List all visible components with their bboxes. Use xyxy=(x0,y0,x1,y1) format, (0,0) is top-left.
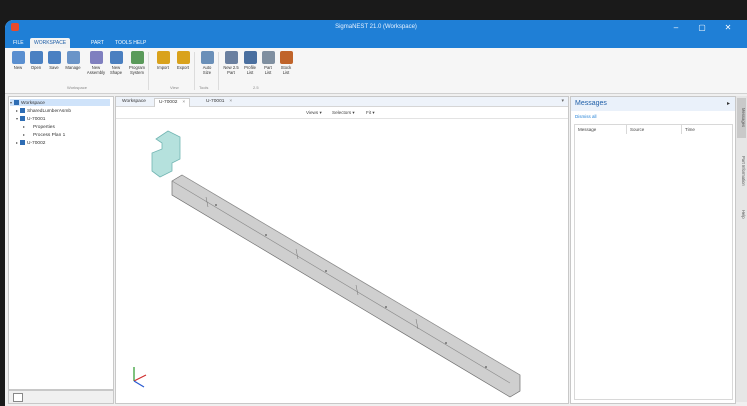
close-button[interactable]: ✕ xyxy=(717,22,739,34)
part-icon xyxy=(20,140,25,146)
new-assembly-button[interactable]: New Assembly xyxy=(85,51,107,75)
side-tab-help[interactable]: Help xyxy=(737,204,746,224)
side-tab-messages[interactable]: Messages xyxy=(737,98,746,138)
stock-list-button[interactable]: Stock List xyxy=(275,51,297,75)
workspace-icon xyxy=(14,100,19,106)
messages-header: Messages ▸ xyxy=(571,97,735,111)
part-hole xyxy=(445,342,447,344)
tab-workspace[interactable]: Workspace xyxy=(118,98,150,106)
side-tab-strip: Messages Part Information Help xyxy=(736,96,747,402)
part-list-icon xyxy=(261,51,275,64)
program-system-icon xyxy=(130,51,144,64)
part-body xyxy=(171,174,521,398)
messages-panel: Messages ▸ Dismiss all Message Source Ti… xyxy=(570,96,736,404)
save-workspace-icon xyxy=(47,51,61,64)
group-2-5-label: 2.5 xyxy=(253,85,259,90)
3d-viewport[interactable] xyxy=(116,119,568,403)
dismiss-all-link[interactable]: Dismiss all xyxy=(575,114,597,119)
new-workspace-icon xyxy=(11,51,25,64)
group-view-label: View xyxy=(170,85,179,90)
part-hole xyxy=(215,204,217,206)
tree-item-properties[interactable]: ▸ Properties xyxy=(23,123,55,130)
new-shape-icon xyxy=(109,51,123,64)
new-part-icon xyxy=(224,51,238,64)
export-button[interactable]: Export xyxy=(172,51,194,70)
part-edge xyxy=(171,180,511,384)
part-hole xyxy=(485,366,487,368)
messages-table: Message Source Time xyxy=(574,124,733,400)
tab-u70002[interactable]: U-70002 × xyxy=(154,98,191,107)
part-model[interactable] xyxy=(116,119,568,403)
minimize-button[interactable]: – xyxy=(665,22,687,34)
part-hole xyxy=(325,270,327,272)
import-button[interactable]: Import xyxy=(152,51,174,70)
fit-dropdown[interactable]: Fit ▾ xyxy=(366,110,375,116)
stock-list-icon xyxy=(279,51,293,64)
ribbon-separator xyxy=(194,52,195,90)
menu-workspace[interactable]: WORKSPACE xyxy=(30,38,71,48)
view-toolbar: Views ▾ Selectors ▾ Fit ▾ xyxy=(116,107,568,119)
app-window: SigmaNEST 21.0 (Workspace) – ▢ ✕ FILE WO… xyxy=(5,20,747,406)
tree-item-shared-assembly[interactable]: ▸ SharedLumberAsmb xyxy=(16,107,71,114)
close-tab-icon[interactable]: × xyxy=(182,100,185,105)
ribbon: New Open Save Manage New Assembly New Sh… xyxy=(5,48,747,94)
menu-file[interactable]: FILE xyxy=(9,38,28,48)
part-hole xyxy=(265,234,267,236)
ribbon-separator xyxy=(148,52,149,90)
document-options-icon[interactable]: ▾ xyxy=(561,98,564,104)
views-dropdown[interactable]: Views ▾ xyxy=(306,110,322,116)
column-source[interactable]: Source xyxy=(627,125,682,134)
new-shape-button[interactable]: New Shape xyxy=(105,51,127,75)
new-assembly-icon xyxy=(89,51,103,64)
part-hole xyxy=(385,306,387,308)
tree-item-u70002[interactable]: ▸ U-70002 xyxy=(16,139,45,146)
axis-triad-icon xyxy=(133,367,147,388)
group-workspace-label: Workspace xyxy=(67,85,87,90)
tree-item-process-plan[interactable]: ▸ Process Plan 1 xyxy=(23,131,65,138)
tab-u70001[interactable]: U-70001 × xyxy=(202,98,236,106)
tree-item-u70001[interactable]: ▾ U-70001 xyxy=(16,115,45,122)
restore-button[interactable]: ▢ xyxy=(691,22,713,34)
tree-toggle-button[interactable] xyxy=(13,393,23,402)
menu-bar: FILE WORKSPACE PART TOOLS HELP xyxy=(5,37,747,48)
tree-item-workspace[interactable]: ▾ Workspace xyxy=(10,99,110,106)
selection-dropdown[interactable]: Selectors ▾ xyxy=(332,110,355,116)
title-bar: SigmaNEST 21.0 (Workspace) – ▢ ✕ xyxy=(5,20,747,37)
menu-part[interactable]: PART xyxy=(87,38,108,48)
menu-tools-help[interactable]: TOOLS HELP xyxy=(111,38,150,48)
close-tab-icon[interactable]: × xyxy=(229,99,232,104)
messages-title: Messages xyxy=(575,100,607,107)
open-workspace-icon xyxy=(29,51,43,64)
profile-list-icon xyxy=(243,51,257,64)
part-highlight xyxy=(151,130,181,178)
export-icon xyxy=(176,51,190,64)
part-icon xyxy=(20,116,25,122)
ribbon-separator xyxy=(218,52,219,90)
workspace-tree: ▾ Workspace ▸ SharedLumberAsmb ▾ U-70001 ▸ P… xyxy=(8,96,114,390)
assembly-icon xyxy=(20,108,25,114)
app-title: SigmaNEST 21.0 (Workspace) xyxy=(335,24,417,30)
import-icon xyxy=(156,51,170,64)
group-tools-label: Tools xyxy=(199,85,209,90)
auto-size-icon xyxy=(200,51,214,64)
part-edge xyxy=(181,174,521,376)
tree-footer xyxy=(8,390,114,404)
column-time[interactable]: Time xyxy=(682,125,732,134)
document-tabs: Workspace U-70002 × U-70001 × ▾ xyxy=(116,97,568,107)
panel-menu-icon[interactable]: ▸ xyxy=(727,100,730,107)
manage-workspace-button[interactable]: Manage xyxy=(62,51,84,70)
program-system-button[interactable]: Program System xyxy=(126,51,148,75)
auto-size-button[interactable]: Auto Size xyxy=(196,51,218,75)
column-message[interactable]: Message xyxy=(575,125,627,134)
document-area: Workspace U-70002 × U-70001 × ▾ Views ▾ Se… xyxy=(115,96,569,404)
manage-workspace-icon xyxy=(66,51,80,64)
side-tab-part-information[interactable]: Part Information xyxy=(737,142,746,200)
